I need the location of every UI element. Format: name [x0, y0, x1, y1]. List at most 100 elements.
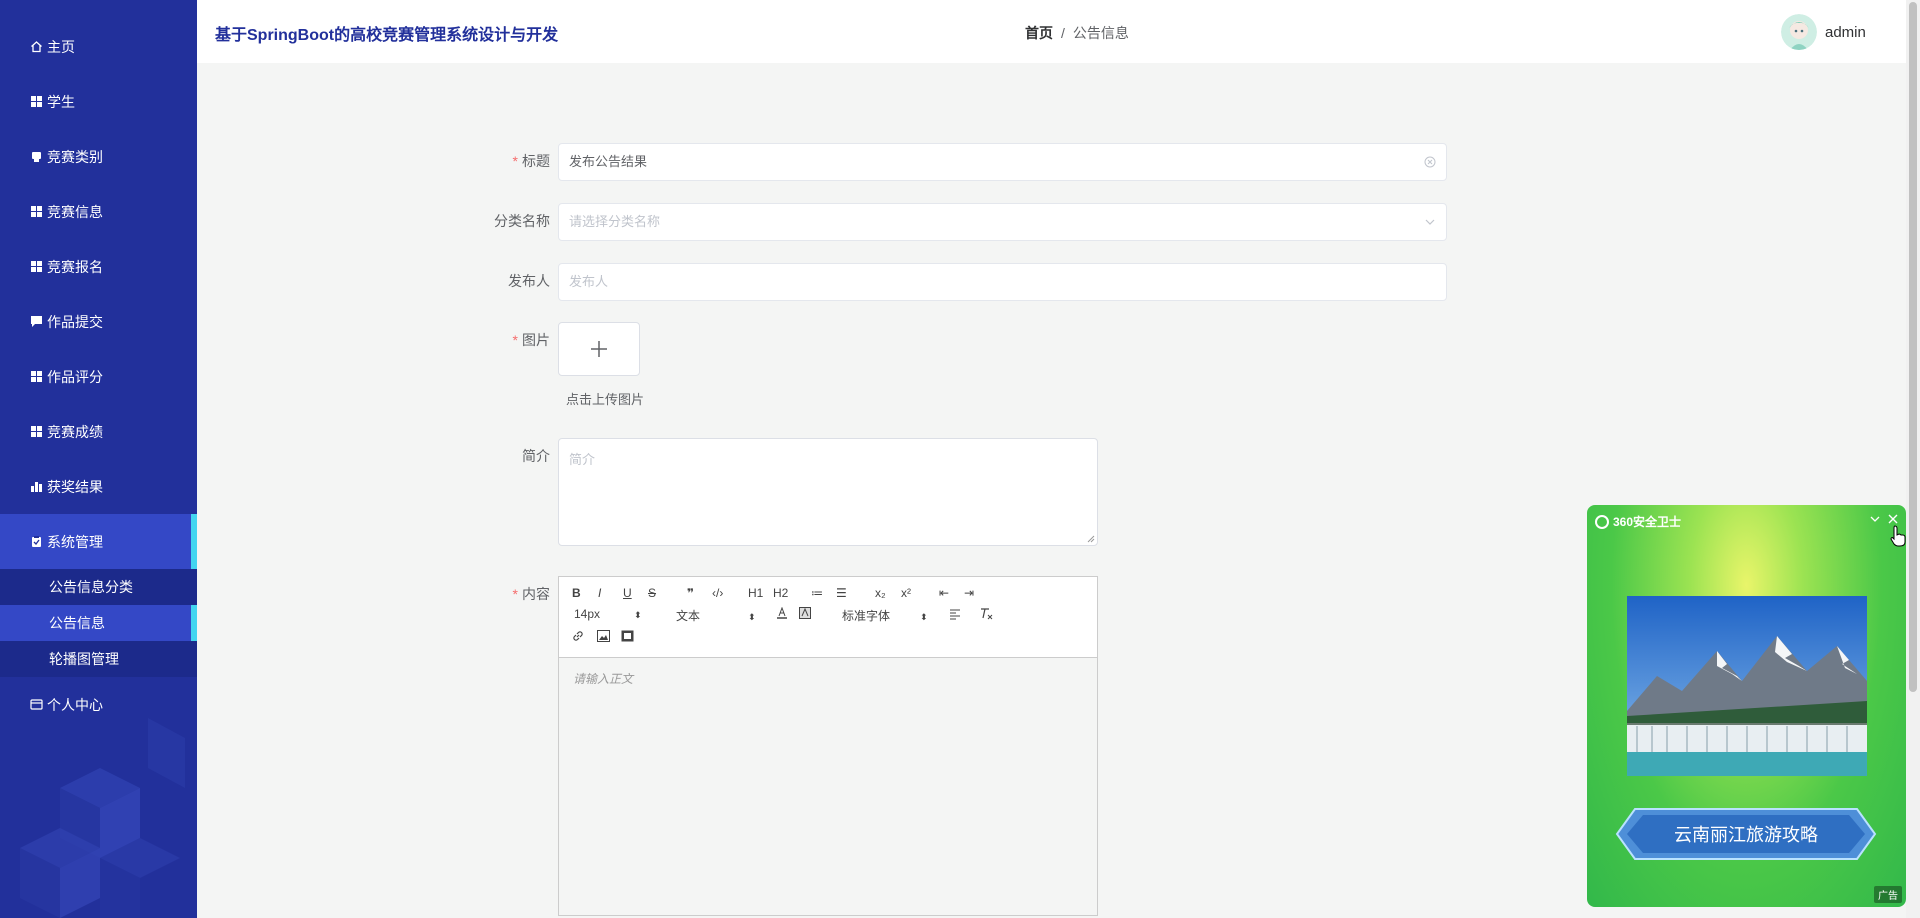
rich-text-editor: B I U S ❞ ‹/› H1 H2 ≔ ☰ x₂ x² ⇤ ⇥ 14px ⬍ …: [558, 576, 1098, 916]
username: admin: [1825, 23, 1866, 41]
form-row-image: * 图片: [480, 322, 640, 376]
sidebar-item-students[interactable]: 学生: [0, 74, 197, 129]
background-color-icon[interactable]: [799, 607, 811, 622]
sidebar: 主页 学生 竞赛类别 竞赛信息 竞赛报名 作品提交 作品评分 竞赛成绩 获奖结果…: [0, 0, 197, 918]
image-icon[interactable]: [597, 630, 610, 645]
outdent-button[interactable]: ⇤: [939, 586, 949, 600]
image-label: * 图片: [512, 332, 550, 348]
sidebar-item-label: 作品提交: [47, 313, 103, 330]
select-arrows-icon: ⬍: [920, 612, 928, 622]
ordered-list-button[interactable]: ≔: [811, 586, 823, 600]
sidebar-item-home[interactable]: 主页: [0, 19, 197, 74]
sidebar-item-label: 获奖结果: [47, 478, 103, 495]
sidebar-item-label: 系统管理: [47, 533, 103, 550]
sidebar-item-label: 学生: [47, 93, 75, 110]
app-title: 基于SpringBoot的高校竞赛管理系统设计与开发: [215, 27, 559, 44]
ad-tag: 广告: [1874, 886, 1902, 903]
ad-header: 360安全卫士: [1595, 513, 1681, 530]
subscript-button[interactable]: x₂: [875, 586, 886, 600]
breadcrumb-separator: /: [1061, 25, 1065, 41]
publisher-label: 发布人: [508, 273, 550, 289]
category-label: 分类名称: [494, 213, 550, 229]
image-upload-button[interactable]: [558, 322, 640, 376]
sidebar-item-personal-center[interactable]: 个人中心: [0, 677, 197, 732]
sidebar-item-competition-scores[interactable]: 竞赛成绩: [0, 404, 197, 459]
clear-icon[interactable]: [1424, 144, 1436, 182]
category-select[interactable]: 请选择分类名称: [558, 203, 1447, 241]
form-row-title: * 标题 发布公告结果: [480, 143, 1447, 181]
chevron-down-icon[interactable]: [1870, 513, 1880, 527]
ad-cta-label: 云南丽江旅游攻略: [1674, 825, 1818, 845]
form-row-intro: 简介 简介: [480, 438, 1098, 546]
form-row-publisher: 发布人 发布人: [480, 263, 1447, 301]
underline-button[interactable]: U: [623, 586, 632, 600]
sidebar-item-competition-signup[interactable]: 竞赛报名: [0, 239, 197, 294]
grid-icon: [30, 370, 43, 383]
ad-popup: 360安全卫士 云南丽江旅游攻略 广告: [1587, 505, 1906, 907]
ad-cta-button[interactable]: 云南丽江旅游攻略: [1615, 805, 1877, 863]
superscript-button[interactable]: x²: [901, 586, 911, 600]
upload-tip: 点击上传图片: [566, 392, 645, 407]
required-mark: *: [512, 586, 518, 602]
shield-logo-icon: [1595, 514, 1609, 529]
editor-content-area[interactable]: 请输入正文: [559, 658, 1097, 915]
bold-button[interactable]: B: [572, 586, 581, 600]
clear-format-icon[interactable]: [979, 607, 993, 623]
grid-icon: [30, 95, 43, 108]
sidebar-item-label: 竞赛成绩: [47, 423, 103, 440]
bar-chart-icon: [30, 480, 43, 493]
font-family-select[interactable]: 标准字体 ⬍: [842, 607, 928, 624]
h1-button[interactable]: H1: [748, 586, 763, 600]
video-icon[interactable]: [621, 630, 634, 645]
bullet-list-button[interactable]: ☰: [836, 586, 847, 600]
sidebar-item-work-scoring[interactable]: 作品评分: [0, 349, 197, 404]
code-block-button[interactable]: ‹/›: [712, 586, 723, 600]
select-arrows-icon: ⬍: [634, 610, 642, 620]
sidebar-item-label: 竞赛信息: [47, 203, 103, 220]
chevron-down-icon: [1424, 204, 1436, 242]
align-icon[interactable]: [949, 608, 961, 623]
page-scrollbar[interactable]: [1906, 0, 1920, 918]
text-type-select[interactable]: 文本 ⬍: [676, 607, 756, 624]
sidebar-item-work-submission[interactable]: 作品提交: [0, 294, 197, 349]
card-icon: [30, 698, 43, 711]
intro-textarea[interactable]: 简介: [558, 438, 1098, 546]
strike-button[interactable]: S: [648, 586, 656, 600]
avatar: [1781, 14, 1817, 50]
clipboard-icon: [30, 535, 43, 548]
sidebar-item-competition-info[interactable]: 竞赛信息: [0, 184, 197, 239]
sidebar-item-award-results[interactable]: 获奖结果: [0, 459, 197, 514]
sidebar-item-label: 作品评分: [47, 368, 103, 385]
user-menu[interactable]: admin: [1781, 14, 1866, 50]
breadcrumb-current: 公告信息: [1072, 25, 1129, 41]
link-icon[interactable]: [572, 630, 584, 645]
resize-handle-icon[interactable]: [1087, 535, 1095, 543]
sidebar-item-system-management[interactable]: 系统管理: [0, 514, 197, 569]
font-size-select[interactable]: 14px ⬍: [574, 607, 642, 621]
ad-landscape-image[interactable]: [1627, 596, 1867, 776]
h2-button[interactable]: H2: [773, 586, 788, 600]
breadcrumb-home[interactable]: 首页: [1025, 25, 1053, 41]
required-mark: *: [512, 332, 518, 348]
intro-label: 简介: [522, 448, 550, 464]
blockquote-button[interactable]: ❞: [687, 586, 694, 600]
submenu-item-label: 轮播图管理: [49, 651, 119, 667]
italic-button[interactable]: I: [598, 586, 601, 600]
plus-icon: [591, 341, 607, 357]
font-color-icon[interactable]: [776, 606, 788, 622]
submenu-item-carousel[interactable]: 轮播图管理: [0, 641, 197, 677]
submenu-item-notice-info[interactable]: 公告信息: [0, 605, 197, 641]
submenu-item-notice-category[interactable]: 公告信息分类: [0, 569, 197, 605]
publisher-input[interactable]: 发布人: [558, 263, 1447, 301]
home-icon: [30, 40, 43, 53]
breadcrumb: 首页 / 公告信息: [1025, 23, 1129, 43]
indent-button[interactable]: ⇥: [964, 586, 974, 600]
title-label: * 标题: [512, 153, 550, 169]
sidebar-item-competition-category[interactable]: 竞赛类别: [0, 129, 197, 184]
title-input[interactable]: 发布公告结果: [558, 143, 1447, 181]
box-icon: [30, 150, 43, 163]
ad-brand: 360安全卫士: [1613, 515, 1682, 529]
scrollbar-thumb[interactable]: [1909, 2, 1917, 692]
editor-toolbar: B I U S ❞ ‹/› H1 H2 ≔ ☰ x₂ x² ⇤ ⇥ 14px ⬍ …: [559, 577, 1097, 658]
submenu-item-label: 公告信息分类: [49, 579, 133, 595]
